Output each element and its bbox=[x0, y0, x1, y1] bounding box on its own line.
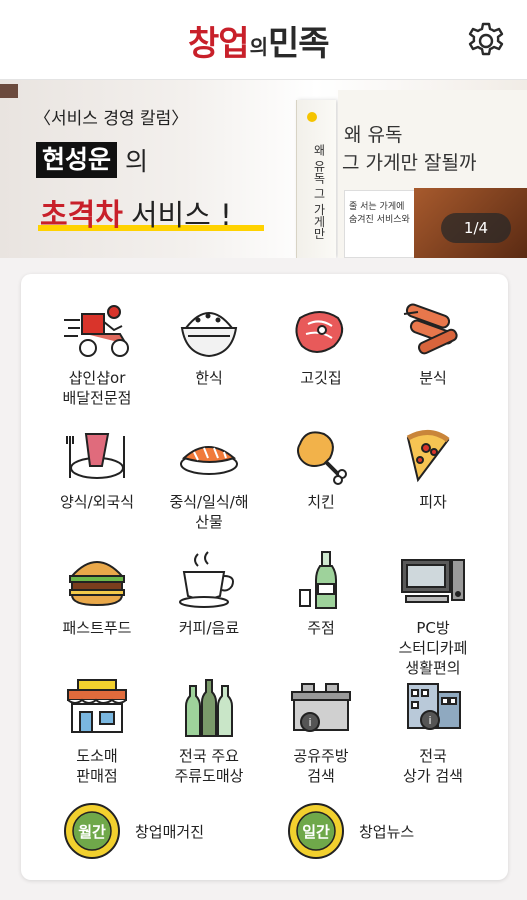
category-item-chicken[interactable]: 치킨 bbox=[261, 424, 381, 512]
western-dish-icon bbox=[66, 433, 125, 479]
pc-icon bbox=[401, 559, 465, 603]
logo-part-2: 의 bbox=[249, 35, 268, 59]
category-item-coffee[interactable]: 커피/음료 bbox=[149, 550, 269, 638]
banner-subtitle: 〈서비스 경영 칼럼〉 bbox=[34, 109, 189, 129]
category-label: 패스트푸드 bbox=[62, 619, 132, 637]
banner-headline-1: 현성운 의 bbox=[36, 142, 148, 178]
banner-page-counter: 1/4 bbox=[441, 213, 511, 243]
liquor-bottles-icon bbox=[185, 679, 233, 737]
book-title-line-2: 그 가게만 잘될까 bbox=[342, 152, 477, 174]
category-item-building-search[interactable]: i 전국 상가 검색 bbox=[373, 678, 493, 786]
category-label: 고깃집 bbox=[300, 369, 342, 387]
category-label: 주점 bbox=[307, 619, 335, 637]
news-label: 창업뉴스 bbox=[359, 822, 415, 841]
logo-part-1: 창업 bbox=[188, 24, 250, 64]
magazine-label: 창업매거진 bbox=[135, 822, 205, 841]
monthly-badge-icon: 월간 bbox=[64, 803, 120, 859]
burger-icon bbox=[69, 561, 125, 607]
rice-bowl-icon bbox=[180, 312, 238, 358]
store-icon bbox=[67, 679, 127, 733]
banner-headline-2: 초격차 서비스 ! bbox=[40, 190, 232, 234]
category-item-asian-seafood[interactable]: 중식/일식/해 산물 bbox=[149, 424, 269, 532]
svg-text:i: i bbox=[308, 716, 311, 729]
category-label: 샵인샵or 배달전문점 bbox=[62, 369, 132, 407]
daily-badge-text: 일간 bbox=[302, 823, 330, 841]
category-label: 커피/음료 bbox=[178, 619, 240, 637]
banner-highlight: 초격차 bbox=[40, 198, 123, 233]
category-label: 치킨 bbox=[307, 493, 335, 511]
category-item-pizza[interactable]: 피자 bbox=[373, 424, 493, 512]
book-spine-title: 왜 유독 그 가게만 bbox=[312, 144, 326, 240]
category-item-pub[interactable]: 주점 bbox=[261, 550, 381, 638]
category-item-fastfood[interactable]: 패스트푸드 bbox=[37, 550, 157, 638]
category-label: 피자 bbox=[419, 493, 447, 511]
sushi-icon bbox=[180, 446, 238, 475]
promo-banner[interactable]: 〈서비스 경영 칼럼〉 현성운 의 초격차 서비스 ! 왜 유독 그 가게만 왜… bbox=[0, 80, 527, 258]
soju-bottle-icon bbox=[299, 551, 337, 609]
category-label: 중식/일식/해 산물 bbox=[169, 493, 249, 531]
magazine-link[interactable]: 월간 창업매거진 bbox=[63, 802, 204, 860]
category-item-shared-kitchen[interactable]: i 공유주방 검색 bbox=[261, 678, 381, 786]
category-item-meat[interactable]: 고깃집 bbox=[261, 300, 381, 388]
logo-part-3: 민족 bbox=[267, 24, 330, 64]
category-item-snack[interactable]: 분식 bbox=[373, 300, 493, 388]
book-inner-card: 줄 서는 가게에 숨겨진 서비스와 bbox=[344, 190, 416, 258]
category-label: 도소매 판매점 bbox=[76, 747, 118, 785]
daily-badge-icon: 일간 bbox=[288, 803, 344, 859]
category-item-pc-study[interactable]: PC방 스터디카페 생활편의 bbox=[373, 550, 493, 678]
category-label: 공유주방 검색 bbox=[293, 747, 349, 785]
building-search-icon: i bbox=[407, 683, 461, 730]
app-header: 창업 의 민족 bbox=[0, 0, 527, 80]
meat-icon bbox=[295, 311, 344, 353]
shared-kitchen-icon: i bbox=[291, 683, 351, 732]
category-label: 분식 bbox=[419, 369, 447, 387]
svg-text:i: i bbox=[428, 714, 431, 727]
banner-corner-mark bbox=[0, 84, 18, 98]
chicken-leg-icon bbox=[297, 431, 347, 485]
category-label: 전국 상가 검색 bbox=[403, 747, 463, 785]
banner-author-name: 현성운 bbox=[36, 142, 118, 178]
banner-headline-rest: 서비스 ! bbox=[130, 198, 232, 232]
category-item-korean[interactable]: 한식 bbox=[149, 300, 269, 388]
sausage-icon bbox=[403, 303, 458, 355]
category-label: 양식/외국식 bbox=[59, 493, 135, 511]
category-label: PC방 스터디카페 생활편의 bbox=[398, 619, 468, 677]
app-logo: 창업 의 민족 bbox=[188, 20, 330, 64]
category-item-liquor-wholesale[interactable]: 전국 주요 주류도매상 bbox=[149, 678, 269, 786]
gear-icon[interactable] bbox=[466, 21, 506, 61]
category-grid: 샵인샵or 배달전문점 한식 고깃집 분식 양식/외국식 중식/일식/해 산물 … bbox=[21, 274, 508, 880]
news-link[interactable]: 일간 창업뉴스 bbox=[287, 802, 414, 860]
monthly-badge-text: 월간 bbox=[78, 823, 106, 841]
book-title-line-1: 왜 유독 bbox=[344, 124, 403, 146]
banner-particle: 의 bbox=[125, 147, 149, 176]
category-label: 한식 bbox=[195, 369, 223, 387]
coffee-cup-icon bbox=[179, 551, 234, 608]
category-item-western[interactable]: 양식/외국식 bbox=[37, 424, 157, 512]
category-label: 전국 주요 주류도매상 bbox=[174, 747, 244, 785]
book-spine-dot bbox=[307, 112, 317, 122]
book-spine: 왜 유독 그 가게만 bbox=[296, 100, 336, 258]
pizza-slice-icon bbox=[406, 430, 450, 483]
delivery-scooter-icon bbox=[64, 305, 129, 357]
category-item-delivery[interactable]: 샵인샵or 배달전문점 bbox=[37, 300, 157, 408]
category-item-retail[interactable]: 도소매 판매점 bbox=[37, 678, 157, 786]
